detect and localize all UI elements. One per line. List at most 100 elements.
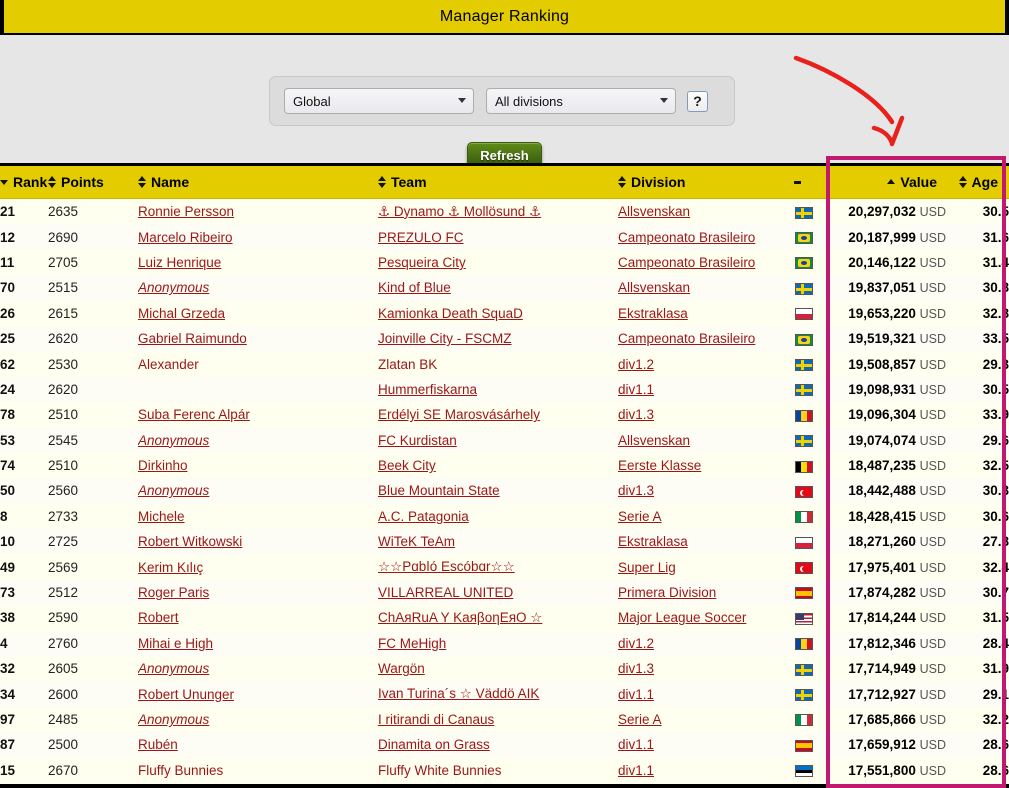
- cell-name[interactable]: Dirkinho: [138, 452, 378, 479]
- cell-link[interactable]: ☆☆Pɑbǀó Escóbɑr☆☆: [378, 559, 515, 574]
- cell-name[interactable]: Michal Grzeda: [138, 300, 378, 326]
- cell-division[interactable]: Ekstraklasa: [618, 529, 783, 555]
- cell-name[interactable]: Luiz Henrique: [138, 249, 378, 276]
- cell-link[interactable]: Robert Witkowski: [138, 534, 242, 549]
- cell-division[interactable]: div1.2: [618, 351, 783, 377]
- cell-link[interactable]: div1.1: [618, 687, 654, 702]
- cell-division[interactable]: Ekstraklasa: [618, 300, 783, 326]
- column-header-age[interactable]: Age: [946, 166, 1009, 199]
- cell-division[interactable]: Primera Division: [618, 579, 783, 606]
- cell-division[interactable]: div1.3: [618, 478, 783, 504]
- cell-name[interactable]: Robert Ununger: [138, 681, 378, 707]
- cell-link[interactable]: Robert Ununger: [138, 687, 234, 702]
- cell-division[interactable]: Campeonato Brasileiro: [618, 249, 783, 276]
- cell-name[interactable]: Gabriel Raimundo: [138, 325, 378, 352]
- cell-division[interactable]: div1.2: [618, 630, 783, 657]
- cell-team[interactable]: Hummerfiskarna: [378, 376, 618, 403]
- cell-link[interactable]: Ivan Turina´s ☆ Väddö AIK: [378, 686, 539, 701]
- cell-team[interactable]: WiTeK TeAm: [378, 529, 618, 555]
- cell-link[interactable]: div1.2: [618, 357, 654, 372]
- cell-link[interactable]: Beek City: [378, 458, 436, 473]
- cell-link[interactable]: Primera Division: [618, 585, 716, 600]
- cell-team[interactable]: Wargön: [378, 656, 618, 682]
- cell-division[interactable]: Serie A: [618, 706, 783, 733]
- cell-name[interactable]: Anonymous: [138, 656, 378, 682]
- cell-division[interactable]: div1.1: [618, 757, 783, 783]
- column-header-points[interactable]: Points: [48, 166, 138, 199]
- cell-link[interactable]: div1.1: [618, 737, 654, 752]
- cell-link[interactable]: Robert: [138, 610, 179, 625]
- cell-division[interactable]: div1.1: [618, 376, 783, 403]
- cell-division[interactable]: Super Lig: [618, 554, 783, 580]
- cell-link[interactable]: Mihai e High: [138, 636, 213, 651]
- cell-link[interactable]: Campeonato Brasileiro: [618, 331, 755, 346]
- cell-link[interactable]: div1.1: [618, 382, 654, 397]
- cell-link[interactable]: WiTeK TeAm: [378, 534, 455, 549]
- help-button[interactable]: ?: [687, 90, 708, 112]
- cell-team[interactable]: Beek City: [378, 452, 618, 479]
- cell-name[interactable]: Mihai e High: [138, 630, 378, 657]
- column-header-name[interactable]: Name: [138, 166, 378, 199]
- cell-link[interactable]: Wargön: [378, 661, 425, 676]
- cell-division[interactable]: div1.3: [618, 656, 783, 682]
- cell-link[interactable]: Eerste Klasse: [618, 458, 701, 473]
- cell-link[interactable]: FC MeHigh: [378, 636, 446, 651]
- cell-link[interactable]: Ronnie Persson: [138, 204, 234, 219]
- cell-link[interactable]: Anonymous: [138, 712, 209, 727]
- cell-name[interactable]: Kerim Kılıç: [138, 554, 378, 580]
- cell-link[interactable]: Fluffy White Bunnies: [378, 763, 502, 778]
- cell-link[interactable]: Michele: [138, 509, 185, 524]
- division-select[interactable]: All divisions: [486, 88, 676, 114]
- cell-division[interactable]: div1.1: [618, 681, 783, 707]
- cell-team[interactable]: Dinamita on Grass: [378, 732, 618, 758]
- cell-name[interactable]: Suba Ferenc Alpár: [138, 402, 378, 428]
- cell-team[interactable]: ⚓ Dynamo ⚓ Mollösund ⚓: [378, 198, 618, 225]
- cell-link[interactable]: div1.2: [618, 636, 654, 651]
- cell-link[interactable]: Dinamita on Grass: [378, 737, 490, 752]
- cell-team[interactable]: ChAяRuA Y KaяβoηEяO ☆: [378, 605, 618, 631]
- cell-name[interactable]: Robert Witkowski: [138, 529, 378, 555]
- cell-link[interactable]: Allsvenskan: [618, 204, 690, 219]
- cell-link[interactable]: Anonymous: [138, 483, 209, 498]
- cell-link[interactable]: Alexander: [138, 357, 199, 372]
- cell-team[interactable]: Zlatan BK: [378, 351, 618, 377]
- cell-link[interactable]: Super Lig: [618, 560, 676, 575]
- column-header-rank[interactable]: Rank: [0, 166, 48, 199]
- cell-link[interactable]: VILLARREAL UNITED: [378, 585, 513, 600]
- cell-link[interactable]: Fluffy Bunnies: [138, 763, 223, 778]
- cell-link[interactable]: PREZULO FC: [378, 230, 464, 245]
- cell-link[interactable]: FC Kurdistan: [378, 433, 457, 448]
- cell-name[interactable]: Anonymous: [138, 478, 378, 504]
- cell-link[interactable]: Pesqueira City: [378, 255, 466, 270]
- cell-division[interactable]: div1.3: [618, 402, 783, 428]
- cell-name[interactable]: Ronnie Persson: [138, 198, 378, 225]
- column-header-flag[interactable]: [783, 166, 825, 199]
- cell-name[interactable]: [138, 376, 378, 403]
- cell-link[interactable]: Gabriel Raimundo: [138, 331, 247, 346]
- cell-link[interactable]: Kamionka Death SquaD: [378, 306, 523, 321]
- cell-name[interactable]: Anonymous: [138, 275, 378, 301]
- cell-link[interactable]: Serie A: [618, 509, 662, 524]
- cell-link[interactable]: Anonymous: [138, 661, 209, 676]
- cell-link[interactable]: Kerim Kılıç: [138, 560, 203, 575]
- cell-team[interactable]: ☆☆Pɑbǀó Escóbɑr☆☆: [378, 554, 618, 580]
- cell-division[interactable]: Serie A: [618, 503, 783, 530]
- cell-link[interactable]: div1.3: [618, 407, 654, 422]
- cell-link[interactable]: Suba Ferenc Alpár: [138, 407, 250, 422]
- cell-link[interactable]: Blue Mountain State: [378, 483, 500, 498]
- cell-name[interactable]: Roger Paris: [138, 579, 378, 606]
- cell-team[interactable]: Blue Mountain State: [378, 478, 618, 504]
- cell-team[interactable]: Kamionka Death SquaD: [378, 300, 618, 326]
- cell-link[interactable]: div1.3: [618, 661, 654, 676]
- cell-division[interactable]: Campeonato Brasileiro: [618, 224, 783, 250]
- cell-link[interactable]: ChAяRuA Y KaяβoηEяO ☆: [378, 610, 542, 625]
- cell-link[interactable]: I ritirandi di Canaus: [378, 712, 494, 727]
- cell-division[interactable]: Allsvenskan: [618, 427, 783, 453]
- cell-link[interactable]: Anonymous: [138, 433, 209, 448]
- cell-link[interactable]: Dirkinho: [138, 458, 188, 473]
- cell-team[interactable]: Joinville City - FSCMZ: [378, 325, 618, 352]
- cell-link[interactable]: Hummerfiskarna: [378, 382, 477, 397]
- cell-link[interactable]: Roger Paris: [138, 585, 209, 600]
- cell-link[interactable]: A.C. Patagonia: [378, 509, 469, 524]
- cell-division[interactable]: div1.1: [618, 732, 783, 758]
